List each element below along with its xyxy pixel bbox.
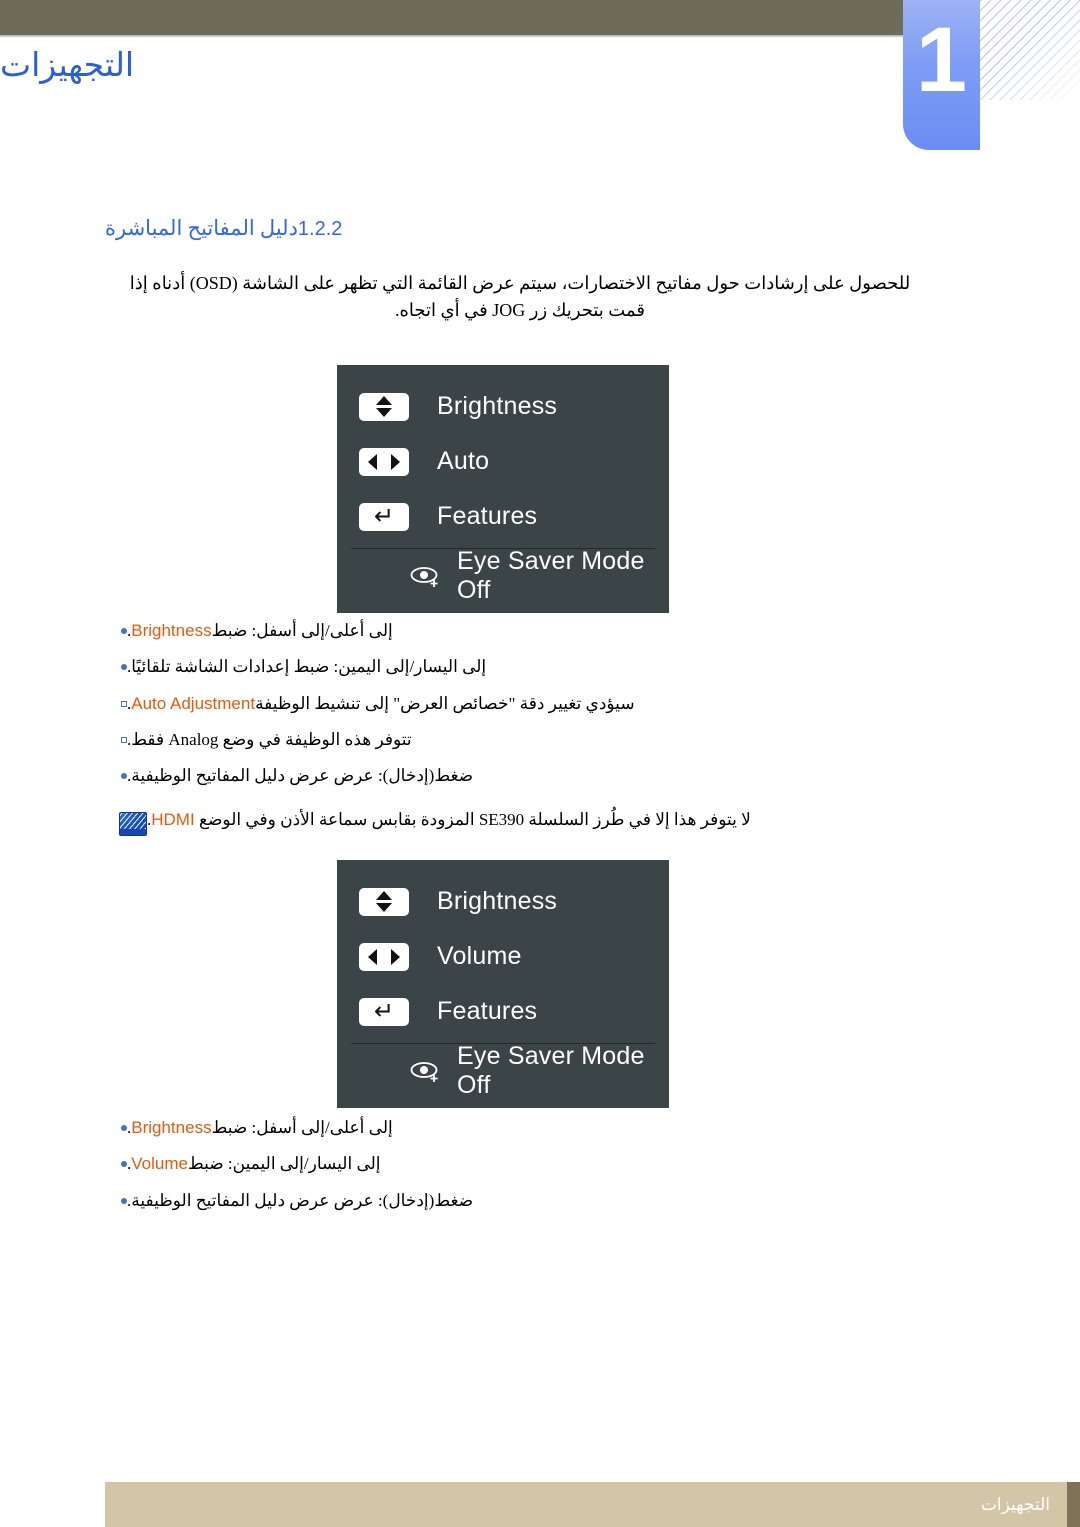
osd-row[interactable]: ↵ Features	[337, 984, 669, 1039]
eye-saver-icon	[409, 1059, 443, 1083]
osd-row-label: Brightness	[437, 392, 558, 420]
highlighted-term: Volume	[131, 1154, 188, 1174]
note-text: لا يتوفر هذا إلا في طُرز السلسلة SE390 ا…	[147, 810, 751, 829]
highlighted-term: HDMI	[151, 810, 195, 829]
page-header: 1 التجهيزات	[0, 0, 1080, 160]
list-item: إلى اليسار/إلى اليمين: ضبطVolume.	[105, 1151, 917, 1187]
osd-row[interactable]: ↵ Features	[337, 489, 669, 544]
list-item: إلى أعلى/إلى أسفل: ضبطBrightness.	[105, 1115, 917, 1151]
header-olive-bar-shadow	[0, 35, 903, 38]
list-item-text: تتوفر هذه الوظيفة في وضع Analog فقط.	[127, 730, 412, 750]
list-item: تتوفر هذه الوظيفة في وضع Analog فقط.	[105, 727, 917, 763]
bullet-dot-marker	[121, 628, 127, 634]
osd-row-label: Brightness	[437, 887, 558, 915]
bullet-list-1: إلى أعلى/إلى أسفل: ضبطBrightness. إلى الي…	[105, 618, 917, 800]
chapter-number: 1	[915, 9, 968, 111]
header-olive-bar	[0, 0, 903, 35]
list-item-text: إلى اليسار/إلى اليمين: ضبطVolume.	[127, 1154, 381, 1174]
list-item: ضغط(إدخال): عرض عرض دليل المفاتيح الوظيف…	[105, 1188, 917, 1224]
osd-row-label: Volume	[437, 942, 522, 970]
enter-return-icon[interactable]: ↵	[359, 997, 409, 1026]
osd-row[interactable]: Brightness	[337, 874, 669, 929]
page-footer: التجهيزات 21	[0, 1482, 1080, 1527]
osd-row-label: Auto	[437, 447, 490, 475]
osd-menu-panel-1: Brightness Auto ↵ Features Eye Saver Mod…	[337, 365, 669, 613]
footer-page-box: 21	[1067, 1482, 1080, 1527]
footer-band: التجهيزات 21	[105, 1482, 1080, 1527]
header-diagonal-hatch-decoration	[980, 0, 1080, 100]
osd-row[interactable]: Volume	[337, 929, 669, 984]
osd-menu-panel-2: Brightness Volume ↵ Features Eye Saver M…	[337, 860, 669, 1108]
bullet-square-marker	[121, 700, 127, 707]
list-item: إلى أعلى/إلى أسفل: ضبطBrightness.	[105, 618, 917, 654]
list-item: إلى اليسار/إلى اليمين: ضبط إعدادات الشاش…	[105, 654, 917, 690]
list-item: سيؤدي تغيير دقة "خصائص العرض" إلى تنشيط …	[105, 691, 917, 727]
list-item-text: إلى أعلى/إلى أسفل: ضبطBrightness.	[127, 621, 393, 640]
list-item-text: ضغط(إدخال): عرض عرض دليل المفاتيح الوظيف…	[127, 766, 474, 786]
section-title: دليل المفاتيح المباشرة	[105, 216, 298, 240]
highlighted-term: Auto Adjustment	[131, 693, 256, 713]
bullet-dot-marker	[121, 1125, 127, 1131]
osd-eye-saver-label: Eye Saver Mode Off	[457, 1042, 645, 1099]
bullet-list-2: إلى أعلى/إلى أسفل: ضبطBrightness. إلى الي…	[105, 1115, 917, 1224]
list-item-text: سيؤدي تغيير دقة "خصائص العرض" إلى تنشيط …	[127, 693, 635, 713]
osd-eye-saver-row[interactable]: Eye Saver Mode Off	[337, 1042, 669, 1099]
osd-row[interactable]: Auto	[337, 434, 669, 489]
list-item: ضغط(إدخال): عرض عرض دليل المفاتيح الوظيف…	[105, 763, 917, 799]
chapter-title: التجهيزات	[0, 48, 135, 84]
highlighted-term: Brightness	[131, 1118, 212, 1137]
left-right-arrows-icon[interactable]	[359, 942, 409, 971]
section-heading: 1.2.2دليل المفاتيح المباشرة	[105, 216, 917, 241]
note-line: لا يتوفر هذا إلا في طُرز السلسلة SE390 ا…	[105, 810, 917, 836]
footer-chapter-label: التجهيزات	[980, 1495, 1050, 1514]
list-item-text: ضغط(إدخال): عرض عرض دليل المفاتيح الوظيف…	[127, 1190, 474, 1210]
note-info-icon	[119, 812, 147, 836]
bullet-dot-marker	[121, 1197, 127, 1204]
eye-saver-icon	[409, 564, 443, 588]
intro-paragraph: للحصول على إرشادات حول مفاتيح الاختصارات…	[129, 273, 911, 320]
chapter-number-block: 1	[903, 0, 980, 150]
list-item-text: إلى اليسار/إلى اليمين: ضبط إعدادات الشاش…	[127, 657, 487, 677]
left-right-arrows-icon[interactable]	[359, 447, 409, 476]
osd-row-label: Features	[437, 502, 538, 530]
osd-eye-saver-row[interactable]: Eye Saver Mode Off	[337, 547, 669, 604]
highlighted-term: Brightness	[131, 621, 212, 640]
osd-row-label: Features	[437, 997, 538, 1025]
osd-eye-saver-label: Eye Saver Mode Off	[457, 547, 645, 604]
section-number: 1.2.2	[297, 218, 343, 240]
up-down-arrows-icon[interactable]	[359, 392, 409, 421]
list-item-text: إلى أعلى/إلى أسفل: ضبطBrightness.	[127, 1118, 393, 1137]
osd-row[interactable]: Brightness	[337, 379, 669, 434]
bullet-square-marker	[121, 737, 127, 744]
up-down-arrows-icon[interactable]	[359, 887, 409, 916]
enter-return-icon[interactable]: ↵	[359, 502, 409, 531]
